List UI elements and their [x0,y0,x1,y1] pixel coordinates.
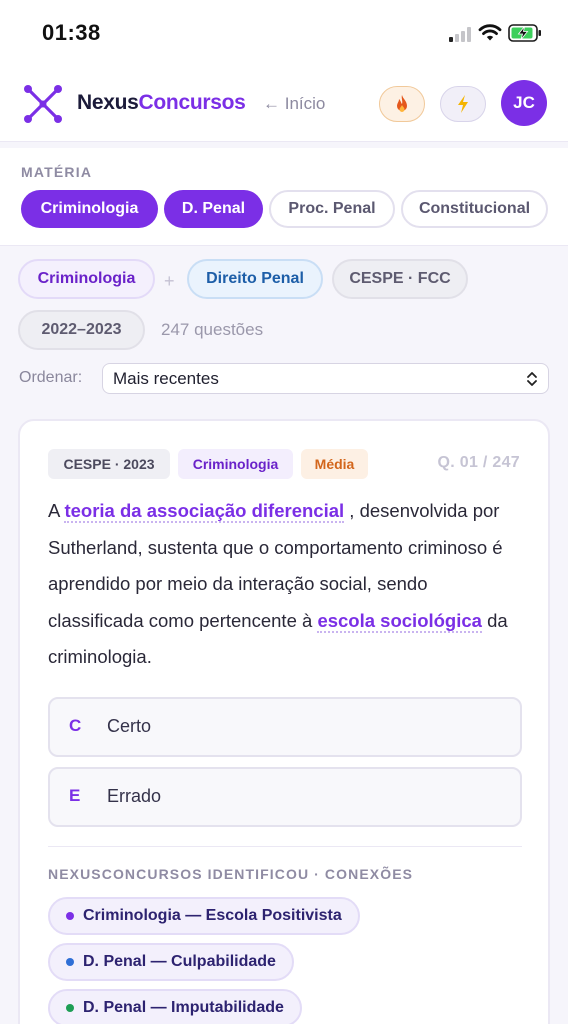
connection-dot [66,912,74,920]
brand-name[interactable]: NexusConcursos [77,91,246,115]
answer-option-certo[interactable]: C Certo [48,697,522,757]
connection-dot [66,958,74,966]
user-avatar[interactable]: JC [501,80,547,126]
cellular-signal-icon [449,26,473,42]
connection-chip[interactable]: D. Penal — Culpabilidade [48,943,294,981]
filter-plus-separator: + [164,271,175,291]
question-number: Q. 01 / 247 [437,454,520,471]
concept-highlight-link[interactable]: teoria da associação diferencial [64,500,345,523]
streak-button[interactable] [379,86,425,122]
filter-chip-years[interactable]: 2022–2023 [18,310,145,350]
answer-option-errado[interactable]: E Errado [48,767,522,827]
answer-option-label: Errado [107,786,162,806]
wifi-icon [478,24,502,41]
answer-option-letter: C [69,716,82,735]
subject-chip-criminologia[interactable]: Criminologia [21,190,158,228]
connections-title: NEXUSCONCURSOS IDENTIFICOU · CONEXÕES [48,866,414,882]
subject-filter-bar: MATÉRIA Criminologia D. Penal Proc. Pena… [0,148,568,246]
status-bar: 01:38 [0,0,568,68]
connection-label: Criminologia — Escola Positivista [83,907,342,924]
answer-option-letter: E [69,786,81,805]
subject-chip-proc-penal[interactable]: Proc. Penal [269,190,395,228]
filter-chip-subject-2[interactable]: Direito Penal [187,259,323,299]
question-source-tag: CESPE · 2023 [48,449,170,479]
sort-select-value: Mais recentes [113,368,219,388]
section-divider [48,846,522,847]
question-count: 247 questões [161,320,264,339]
brand-name-part-1: Nexus [77,91,139,114]
question-subject-tag: Criminologia [178,449,293,479]
sort-select[interactable]: Mais recentes [102,363,549,394]
concept-highlight-link[interactable]: escola sociológica [317,609,482,633]
connection-chip[interactable]: Criminologia — Escola Positivista [48,897,360,935]
answer-option-label: Certo [107,716,152,736]
brand-name-part-2: Concursos [138,91,246,114]
status-time: 01:38 [42,20,101,45]
subject-chip-constitucional[interactable]: Constitucional [401,190,548,228]
subject-chip-d-penal[interactable]: D. Penal [164,190,263,228]
filter-chip-subject-1[interactable]: Criminologia [18,259,155,299]
back-to-home-link[interactable]: ← Início [263,94,325,114]
connection-label: D. Penal — Imputabilidade [83,999,284,1016]
nexus-logo-icon [24,85,62,123]
app-header: NexusConcursos ← Início JC [0,68,568,142]
fire-icon [397,95,407,112]
connection-chip[interactable]: D. Penal — Imputabilidade [48,989,302,1024]
subject-filter-label: MATÉRIA [21,164,93,180]
connection-label: D. Penal — Culpabilidade [83,953,276,970]
sort-label: Ordenar: [19,369,83,386]
energy-button[interactable] [440,86,486,122]
question-text: A teoria da associação diferencial , des… [48,493,524,676]
question-text-part: A [48,500,65,521]
question-level-tag: Média [301,449,368,479]
question-card: CESPE · 2023 Criminologia Média Q. 01 / … [18,419,550,1024]
filter-chip-boards[interactable]: CESPE · FCC [332,259,468,299]
lightning-icon [458,95,468,113]
connection-dot [66,1004,74,1012]
chevron-up-down-icon [527,372,537,386]
battery-charging-icon [508,24,541,42]
